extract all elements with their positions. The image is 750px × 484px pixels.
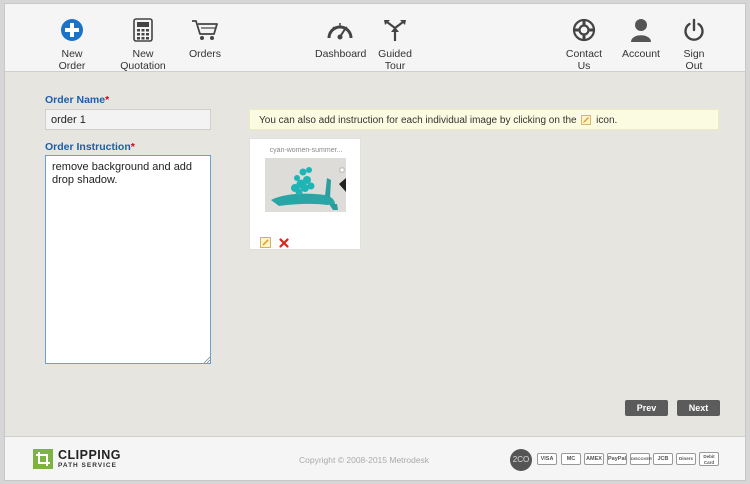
user-icon	[621, 18, 661, 42]
payment-paypal-badge: PayPal	[607, 453, 627, 465]
nav-account[interactable]: Account	[621, 18, 661, 60]
resize-grip-icon[interactable]	[203, 356, 210, 363]
nav-orders[interactable]: Orders	[187, 18, 223, 60]
nav-guided-tour-label: Guided Tour	[378, 48, 412, 72]
app-frame: New Order New Quotation Orders Dashboard	[4, 3, 746, 481]
delete-image-button[interactable]	[279, 235, 290, 253]
logo-text: CLIPPING	[58, 448, 122, 462]
logo-subtext: PATH SERVICE	[58, 462, 117, 469]
delete-x-icon	[279, 238, 290, 248]
nav-new-order[interactable]: New Order	[47, 18, 97, 72]
shopping-cart-icon	[187, 18, 223, 42]
payment-2co-badge: 2CO	[510, 449, 532, 471]
order-name-label: Order Name*	[45, 94, 109, 106]
required-marker: *	[130, 141, 135, 153]
payment-debit-card-badge: Debit Card	[699, 452, 719, 466]
top-nav-bar: New Order New Quotation Orders Dashboard	[5, 4, 745, 72]
nav-dashboard[interactable]: Dashboard	[315, 18, 367, 60]
image-thumbnail-card[interactable]: cyan-women-summer...	[249, 138, 361, 250]
payment-discover-badge: DISCOVER	[630, 453, 652, 465]
nav-account-label: Account	[622, 48, 660, 60]
payment-visa-badge: VISA	[537, 453, 557, 465]
plus-circle-icon	[47, 18, 97, 42]
notice-text-after: icon.	[596, 115, 618, 126]
footer: CLIPPING PATH SERVICE Copyright © 2008-2…	[5, 436, 745, 480]
nav-dashboard-label: Dashboard	[315, 48, 367, 60]
instruction-notice: You can also add instruction for each in…	[249, 109, 719, 130]
payment-amex-badge: AMEX	[584, 453, 604, 465]
nav-orders-label: Orders	[188, 48, 222, 60]
nav-new-quotation-label: New Quotation	[120, 48, 166, 72]
nav-new-order-label: New Order	[58, 48, 86, 72]
calculator-icon	[109, 18, 177, 42]
order-instruction-label-text: Order Instruction	[45, 141, 131, 153]
next-button[interactable]: Next	[677, 400, 720, 416]
order-instruction-label: Order Instruction*	[45, 141, 135, 153]
copyright-text: Copyright © 2008-2015 Metrodesk	[299, 455, 430, 465]
nav-guided-tour[interactable]: Guided Tour	[369, 18, 421, 72]
nav-sign-out[interactable]: Sign Out	[674, 18, 714, 72]
order-name-label-text: Order Name	[45, 94, 106, 106]
nav-contact-us-label: Contact Us	[565, 48, 603, 72]
order-instruction-textarea[interactable]: remove background and add drop shadow.	[45, 155, 211, 364]
nav-new-quotation[interactable]: New Quotation	[109, 18, 177, 72]
speedometer-icon	[315, 18, 365, 42]
thumbnail-image[interactable]	[265, 158, 346, 212]
prev-button[interactable]: Prev	[625, 400, 668, 416]
crop-logo-icon	[33, 449, 53, 469]
thumbnail-filename: cyan-women-summer...	[269, 147, 343, 154]
nav-contact-us[interactable]: Contact Us	[559, 18, 609, 72]
order-name-input[interactable]	[45, 109, 211, 130]
lifebuoy-icon	[559, 18, 609, 42]
notice-text-before: You can also add instruction for each in…	[259, 115, 577, 126]
pencil-icon	[260, 237, 271, 248]
payment-jcb-badge: JCB	[653, 453, 673, 465]
sandal-image-icon	[265, 158, 346, 212]
thumbnail-actions	[260, 235, 293, 248]
direction-arrows-icon	[369, 18, 421, 42]
payment-mastercard-badge: MC	[561, 453, 581, 465]
power-icon	[674, 18, 714, 42]
nav-sign-out-label: Sign Out	[683, 48, 705, 72]
pencil-icon	[581, 115, 592, 128]
edit-instruction-button[interactable]	[260, 235, 271, 253]
payment-diners-badge: Diners	[676, 453, 696, 465]
required-marker: *	[105, 94, 110, 106]
